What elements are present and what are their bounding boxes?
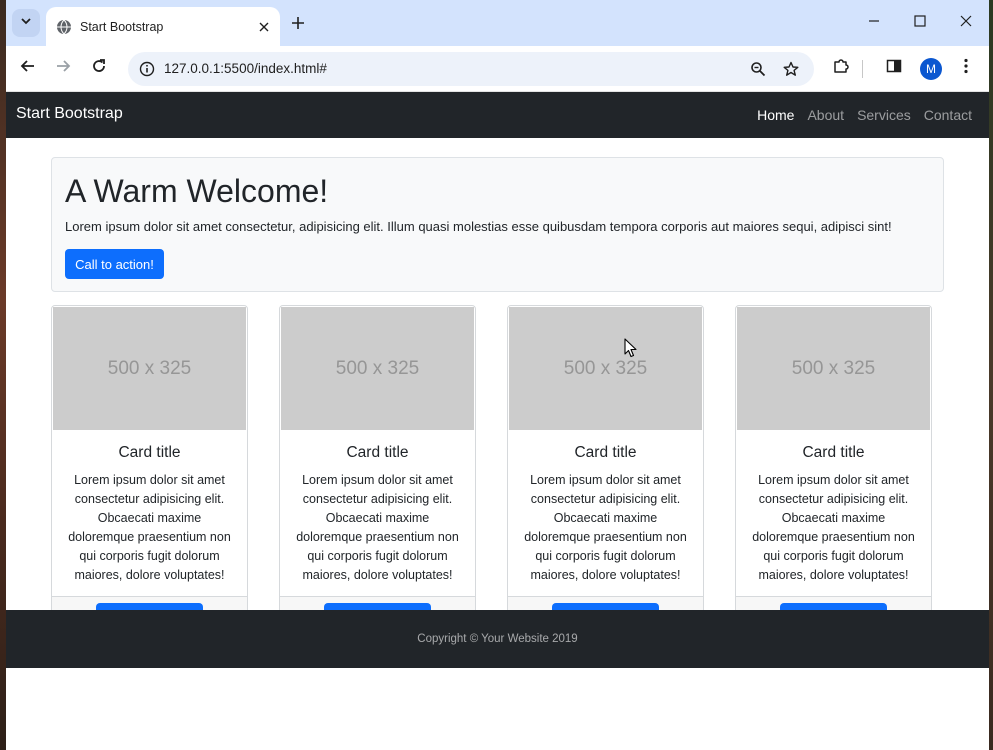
site-footer: Copyright © Your Website 2019 [6, 610, 989, 668]
call-to-action-button[interactable]: Call to action! [65, 249, 164, 279]
toolbar-divider [862, 60, 863, 78]
minimize-icon [868, 14, 880, 32]
hero-text: Lorem ipsum dolor sit amet consectetur, … [65, 219, 892, 234]
card: 500 x 325 Card title Lorem ipsum dolor s… [507, 305, 704, 642]
hero-jumbotron: A Warm Welcome! Lorem ipsum dolor sit am… [51, 157, 944, 292]
nav-link-home[interactable]: Home [757, 107, 794, 123]
close-icon [960, 14, 972, 32]
nav-links: Home About Services Contact [744, 107, 972, 123]
globe-icon [56, 19, 72, 35]
browser-window: Start Bootstrap 127.0.0.1:5500/index.htm… [6, 0, 989, 750]
zoom-icon[interactable] [747, 58, 769, 80]
card-title: Card title [802, 444, 865, 461]
card-image-label: 500 x 325 [335, 357, 420, 379]
hero-heading: A Warm Welcome! [65, 173, 329, 209]
tab-search-button[interactable] [12, 9, 40, 37]
page-viewport: Start Bootstrap Home About Services Cont… [6, 92, 989, 750]
card-title: Card title [574, 444, 637, 461]
card-text: Lorem ipsum dolor sit amet consectetur a… [68, 473, 231, 582]
nav-link-services[interactable]: Services [857, 107, 911, 123]
card-text: Lorem ipsum dolor sit amet consectetur a… [524, 473, 687, 582]
reload-icon [91, 58, 107, 79]
nav-link-contact[interactable]: Contact [924, 107, 972, 123]
card-text: Lorem ipsum dolor sit amet consectetur a… [296, 473, 459, 582]
chevron-down-icon [20, 14, 32, 32]
card-image-label: 500 x 325 [563, 357, 648, 379]
navbar-brand[interactable]: Start Bootstrap [16, 105, 123, 123]
card-title: Card title [118, 444, 181, 461]
address-bar[interactable]: 127.0.0.1:5500/index.html# [128, 52, 814, 86]
side-panel-icon [886, 58, 902, 79]
close-icon[interactable] [254, 17, 274, 37]
star-icon[interactable] [780, 58, 802, 80]
back-button[interactable] [14, 54, 42, 82]
card: 500 x 325 Card title Lorem ipsum dolor s… [51, 305, 248, 642]
card: 500 x 325 Card title Lorem ipsum dolor s… [279, 305, 476, 642]
tab-strip: Start Bootstrap [6, 0, 989, 46]
site-navbar: Start Bootstrap Home About Services Cont… [6, 92, 989, 138]
card-image-placeholder: 500 x 325 [737, 307, 930, 430]
card-image-placeholder: 500 x 325 [509, 307, 702, 430]
close-window-button[interactable] [951, 8, 981, 38]
tab-start-bootstrap[interactable]: Start Bootstrap [46, 7, 280, 46]
back-arrow-icon [20, 58, 36, 79]
nav-link-about[interactable]: About [807, 107, 844, 123]
footer-copyright: Copyright © Your Website 2019 [417, 633, 578, 645]
desktop-background-right [989, 0, 993, 750]
extensions-button[interactable] [827, 54, 855, 82]
reload-button[interactable] [85, 54, 113, 82]
maximize-icon [914, 14, 926, 32]
card-text: Lorem ipsum dolor sit amet consectetur a… [752, 473, 915, 582]
maximize-button[interactable] [905, 8, 935, 38]
minimize-button[interactable] [859, 8, 889, 38]
tab-title: Start Bootstrap [80, 19, 164, 34]
forward-button[interactable] [49, 54, 77, 82]
kebab-menu-icon [964, 58, 968, 79]
card-image-label: 500 x 325 [791, 357, 876, 379]
card-title: Card title [346, 444, 409, 461]
forward-arrow-icon [55, 58, 71, 79]
info-icon[interactable] [136, 58, 158, 80]
browser-menu-button[interactable] [952, 54, 980, 82]
profile-avatar[interactable]: M [920, 58, 942, 80]
new-tab-button[interactable] [286, 13, 310, 37]
plus-icon [291, 16, 305, 35]
card-image-placeholder: 500 x 325 [53, 307, 246, 430]
puzzle-icon [832, 57, 850, 80]
card-image-placeholder: 500 x 325 [281, 307, 474, 430]
browser-toolbar: 127.0.0.1:5500/index.html# M [6, 46, 989, 92]
side-panel-button[interactable] [880, 54, 908, 82]
url-text[interactable]: 127.0.0.1:5500/index.html# [164, 61, 327, 76]
mouse-cursor-icon [624, 338, 638, 358]
card-image-label: 500 x 325 [107, 357, 192, 379]
card-row: 500 x 325 Card title Lorem ipsum dolor s… [51, 305, 944, 642]
card: 500 x 325 Card title Lorem ipsum dolor s… [735, 305, 932, 642]
